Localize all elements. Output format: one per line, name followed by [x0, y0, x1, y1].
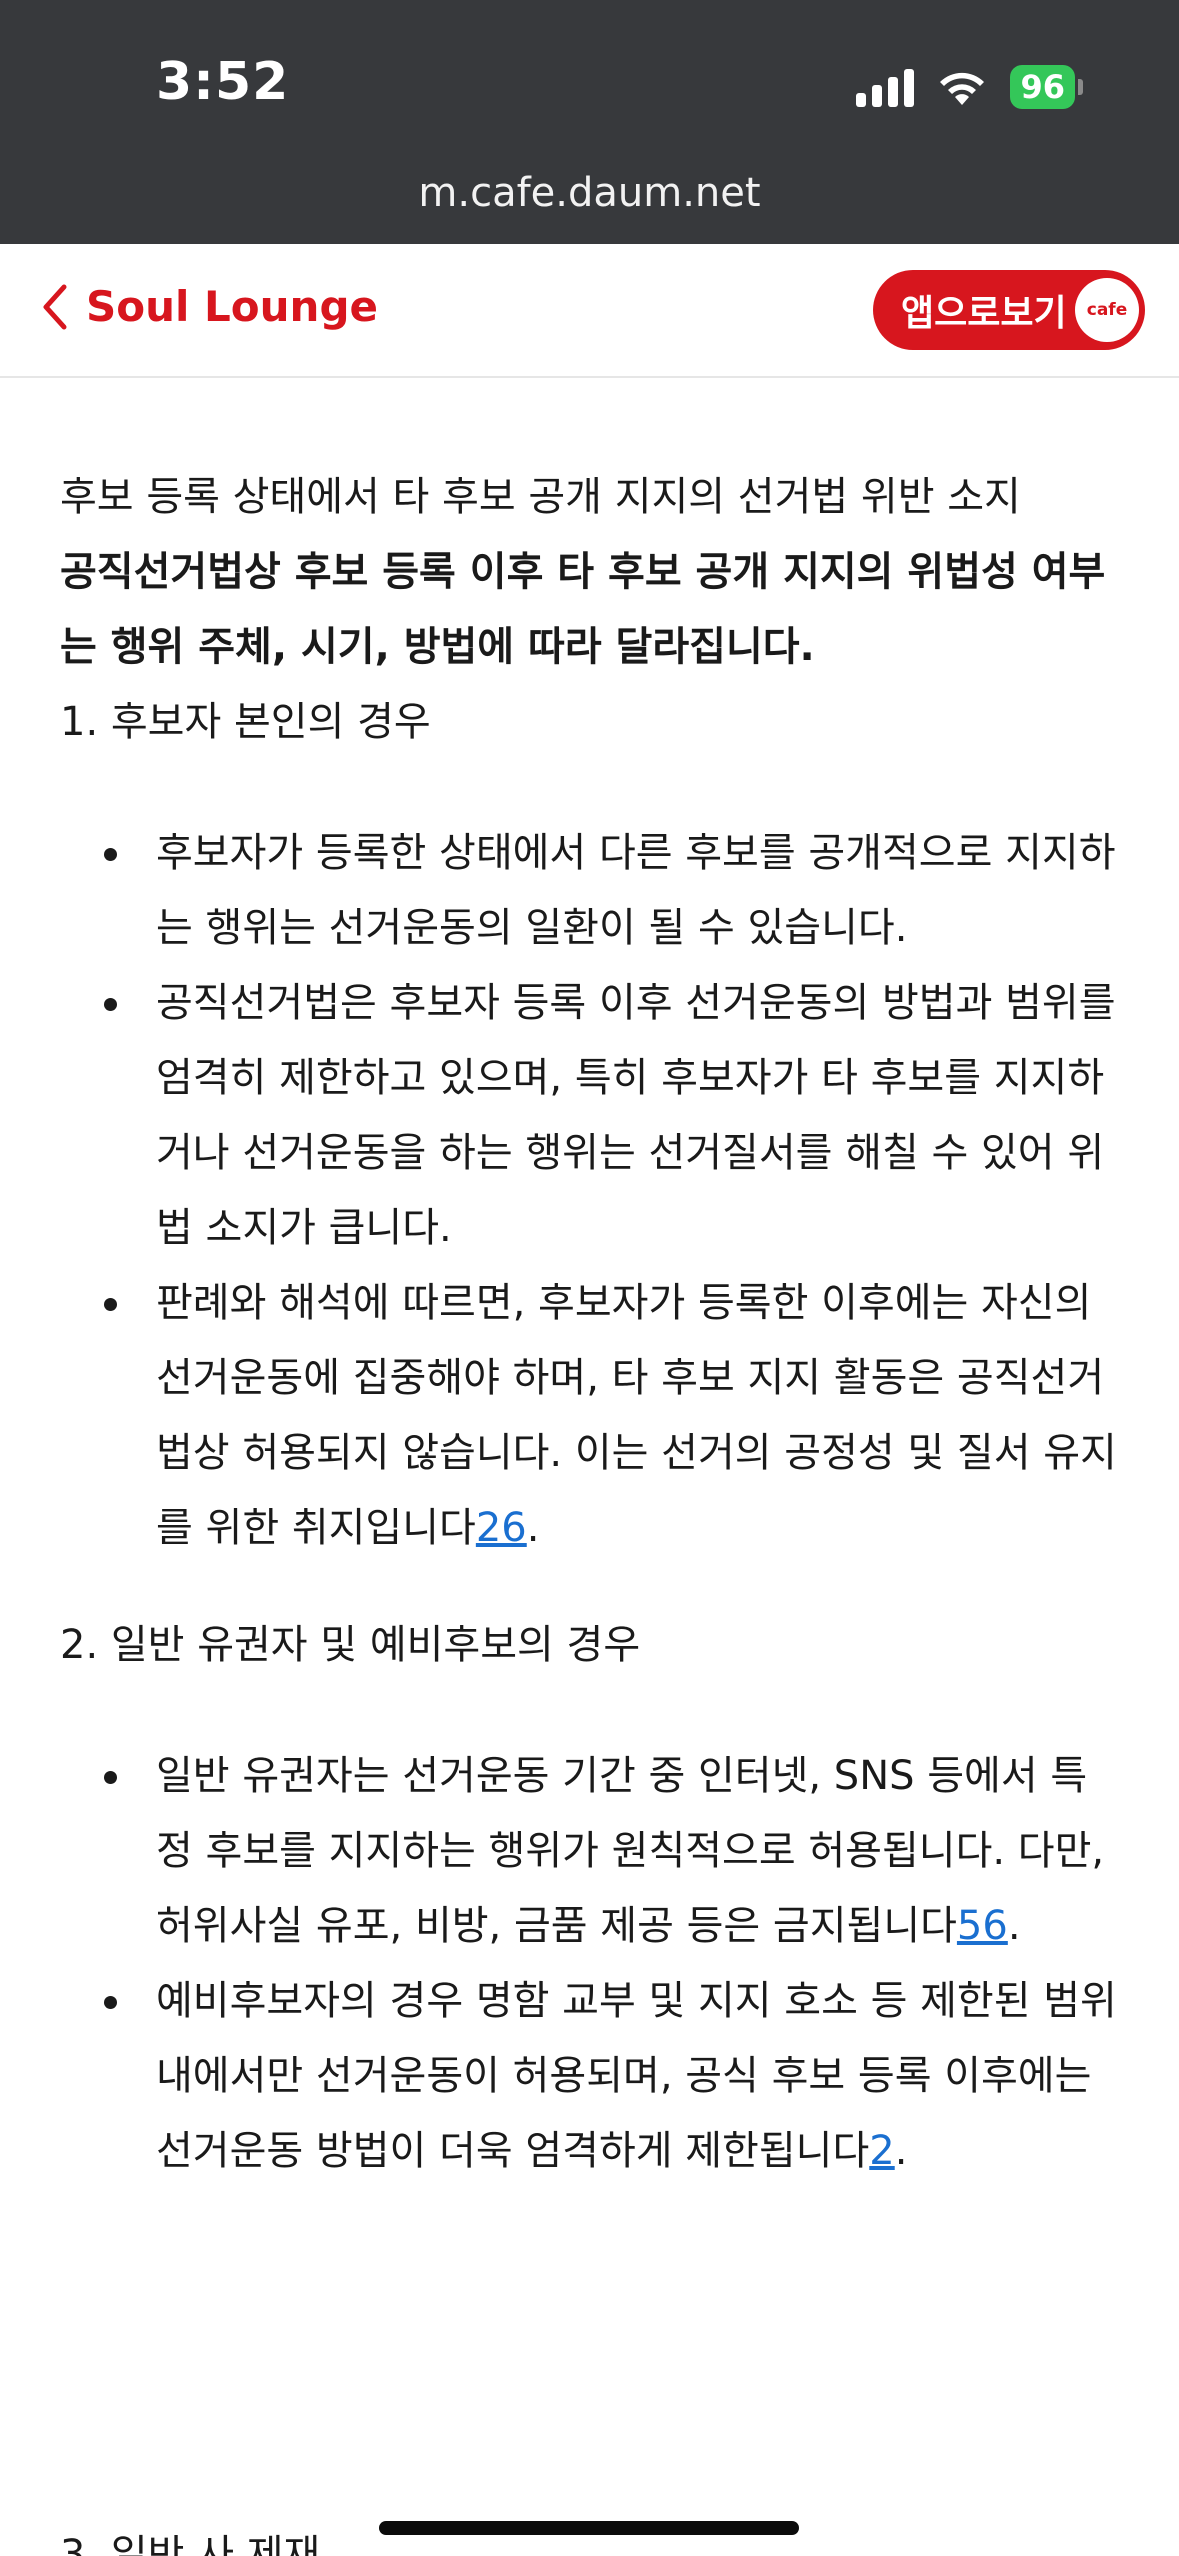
cellular-signal-icon [856, 67, 915, 107]
list-item: 예비후보자의 경우 명함 교부 및 지지 호소 등 제한된 범위 내에서만 선거… [60, 1964, 1120, 2189]
wifi-icon [940, 72, 985, 105]
list-item: 일반 유권자는 선거운동 기간 중 인터넷, SNS 등에서 특정 후보를 지지… [60, 1739, 1120, 1964]
battery-icon: 96 [1010, 65, 1083, 109]
bullet-list: 후보자가 등록한 상태에서 다른 후보를 공개적으로 지지하는 행위는 선거운동… [60, 816, 1120, 1566]
article-title: 후보 등록 상태에서 타 후보 공개 지지의 선거법 위반 소지 [60, 474, 1021, 520]
cafe-logo-icon: cafe [1075, 278, 1139, 342]
cafe-header: Soul Lounge 앱으로보기 cafe [0, 244, 1179, 378]
clock: 3:52 [156, 52, 290, 112]
home-indicator[interactable] [379, 2521, 799, 2535]
section-heading-partial: 3. 일반 사 제재 [60, 2532, 321, 2556]
citation-link[interactable]: 2 [869, 2128, 894, 2174]
bullet-list: 일반 유권자는 선거운동 기간 중 인터넷, SNS 등에서 특정 후보를 지지… [60, 1739, 1120, 2189]
citation-link[interactable]: 56 [957, 1903, 1008, 1949]
article-summary: 공직선거법상 후보 등록 이후 타 후보 공개 지지의 위법성 여부는 행위 주… [60, 549, 1106, 670]
section-heading: 2. 일반 유권자 및 예비후보의 경우 [60, 1622, 641, 1668]
battery-level: 96 [1010, 65, 1075, 109]
url-bar[interactable]: m.cafe.daum.net [0, 170, 1179, 216]
status-bar: 3:52 96 m.cafe.daum.net [0, 0, 1179, 244]
section-heading: 1. 후보자 본인의 경우 [60, 699, 431, 745]
list-item: 공직선거법은 후보자 등록 이후 선거운동의 방법과 범위를 엄격히 제한하고 … [60, 966, 1120, 1266]
citation-link[interactable]: 26 [476, 1505, 527, 1551]
back-button[interactable]: Soul Lounge [40, 282, 378, 331]
list-item: 후보자가 등록한 상태에서 다른 후보를 공개적으로 지지하는 행위는 선거운동… [60, 816, 1120, 966]
list-item: 판례와 해석에 따르면, 후보자가 등록한 이후에는 자신의 선거운동에 집중해… [60, 1266, 1120, 1566]
open-in-app-label: 앱으로보기 [901, 293, 1067, 334]
status-icons: 96 [856, 62, 1083, 112]
article-body: 후보 등록 상태에서 타 후보 공개 지지의 선거법 위반 소지 공직선거법상 … [60, 460, 1120, 2189]
chevron-left-icon [43, 284, 67, 329]
open-in-app-button[interactable]: 앱으로보기 cafe [873, 270, 1145, 350]
cafe-title: Soul Lounge [86, 282, 378, 331]
